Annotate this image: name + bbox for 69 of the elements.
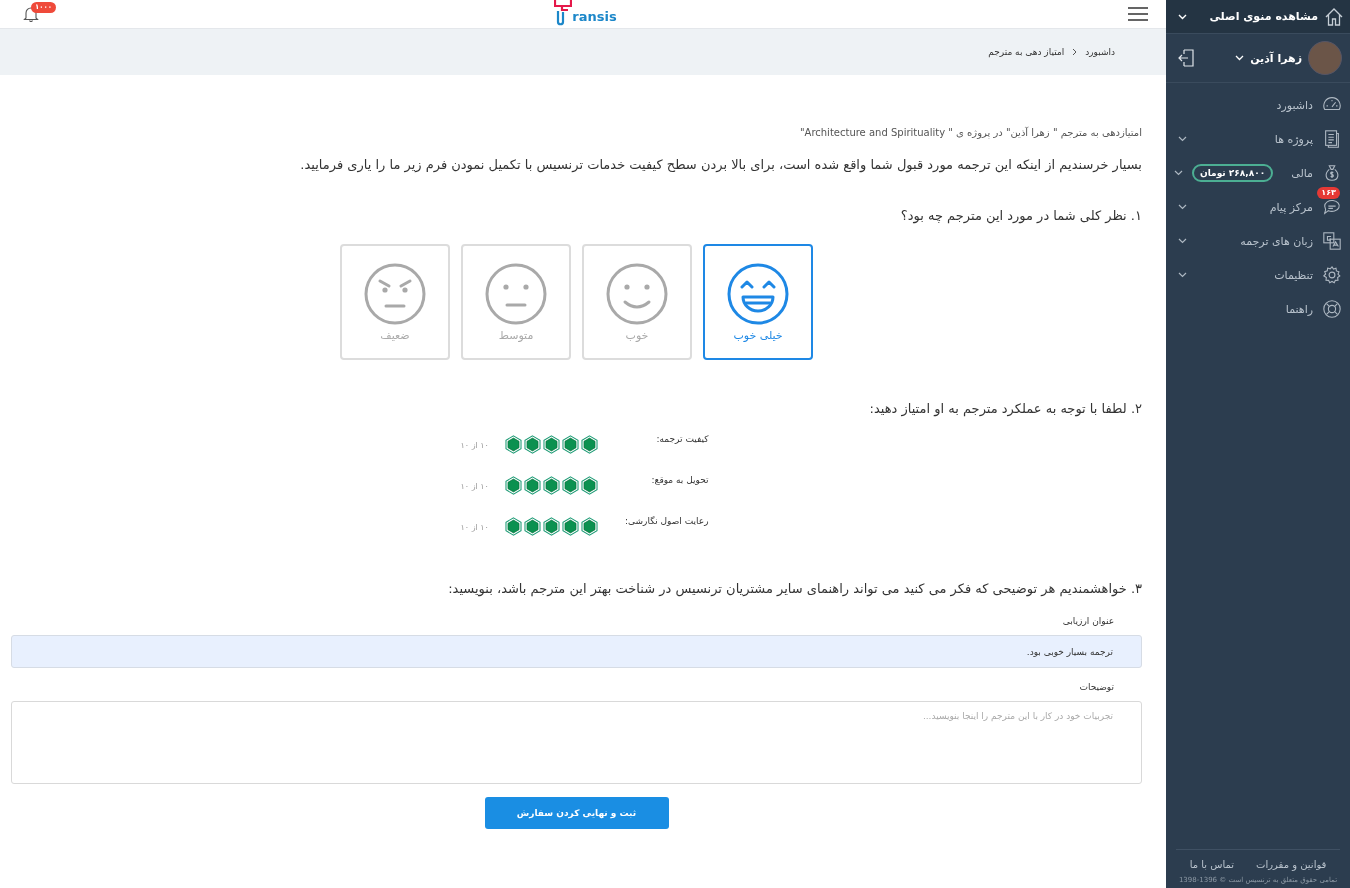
title-input[interactable]: ترجمه بسیار خوبی بود. <box>11 635 1142 668</box>
page-subtitle: امتیازدهی به مترجم " زهرا آذین" در پروژه ی " Architecture and Spirituality" <box>799 125 1142 141</box>
hexagon-icon[interactable] <box>522 434 542 454</box>
sidebar-item[interactable]: مالی ۲۶۸,۸۰۰ تومان <box>1166 156 1350 190</box>
score-text: ۱۰ از ۱۰ <box>460 481 490 493</box>
criterion-label: رعایت اصول نگارشی: <box>624 515 709 528</box>
sidebar-item[interactable]: پروژه ها <box>1166 122 1350 156</box>
logo-mark-icon <box>554 0 573 28</box>
hexagon-icon[interactable] <box>579 434 599 454</box>
question-title: ۱. نظر کلی شما در مورد این مترجم چه بود؟ <box>900 207 1142 226</box>
hexagon-icon[interactable] <box>560 475 580 495</box>
criterion-label: تحویل به موقع: <box>650 474 709 487</box>
translate-icon <box>1322 231 1342 251</box>
hexagon-icon[interactable] <box>503 516 523 536</box>
chat-bubble-icon <box>1322 197 1342 217</box>
hexagon-icon[interactable] <box>522 475 542 495</box>
submit-button[interactable]: ثبت و نهایی کردن سفارش <box>484 797 669 829</box>
hexagon-icon[interactable] <box>541 434 561 454</box>
criterion-label: کیفیت ترجمه: <box>655 433 709 446</box>
field-label: عنوان ارزیابی <box>1062 615 1114 628</box>
score-text: ۱۰ از ۱۰ <box>460 440 490 452</box>
breadcrumb-item: امتیاز دهی به مترجم <box>988 47 1065 57</box>
chevron-down-icon <box>1178 13 1187 20</box>
chevron-right-icon <box>1072 48 1078 56</box>
hexagon-icon[interactable] <box>560 434 580 454</box>
hexagon-icon[interactable] <box>579 475 599 495</box>
intro-text: بسیار خرسندیم از اینکه این ترجمه مورد قبول شما واقع شده است، برای بالا بردن سطح کیفیت خدمات ترنسیس با تکمیل نمودن فرم زیر ما را یاری فرمایید. <box>300 156 1142 175</box>
main-menu-bar[interactable]: مشاهده منوی اصلی <box>1166 0 1350 34</box>
smiling-face-icon <box>605 262 669 326</box>
user-name[interactable]: زهرا آذین <box>1250 51 1302 65</box>
chevron-down-icon <box>1174 170 1184 176</box>
angry-face-icon <box>363 262 427 326</box>
hexagon-icon[interactable] <box>541 475 561 495</box>
rating-option-card[interactable]: خیلی خوب <box>703 244 813 360</box>
chevron-down-icon <box>1178 136 1187 142</box>
gear-icon <box>1322 265 1342 285</box>
score-text: ۱۰ از ۱۰ <box>460 522 490 534</box>
field-label: توضیحات <box>1079 681 1114 694</box>
question-title: ۲. لطفا با توجه به عملکرد مترجم به او امتیاز دهید: <box>869 400 1142 419</box>
neutral-face-icon <box>484 262 548 326</box>
sidebar-item[interactable]: راهنما <box>1166 292 1350 326</box>
lifebuoy-icon <box>1322 299 1342 319</box>
sidebar-item[interactable]: ۱۶۳ مرکز پیام <box>1166 190 1350 224</box>
sidebar-item[interactable]: زبان های ترجمه <box>1166 224 1350 258</box>
footer-link[interactable]: قوانین و مقررات <box>1256 859 1327 870</box>
balance-badge: ۲۶۸,۸۰۰ تومان <box>1192 164 1274 182</box>
hexagon-icon[interactable] <box>560 516 580 536</box>
chevron-down-icon <box>1178 272 1187 278</box>
sidebar-item[interactable]: داشبورد <box>1166 88 1350 122</box>
breadcrumb-item[interactable]: داشبورد <box>1085 47 1115 57</box>
laughing-face-icon <box>726 262 790 326</box>
hexagon-icon[interactable] <box>503 434 523 454</box>
logo-text: ransis <box>572 10 617 26</box>
chevron-down-icon <box>1178 238 1187 244</box>
hexagon-icon[interactable] <box>541 516 561 536</box>
home-icon <box>1324 6 1344 27</box>
message-count-badge: ۱۶۳ <box>1317 187 1340 199</box>
footer-link[interactable]: تماس با ما <box>1189 859 1235 870</box>
chevron-down-icon <box>1178 204 1187 210</box>
chevron-down-icon <box>1235 55 1245 61</box>
document-icon <box>1322 129 1342 149</box>
description-textarea[interactable]: تجربیات خود در کار با این مترجم را اینجا بنویسید... <box>11 701 1142 784</box>
hexagon-icon[interactable] <box>503 475 523 495</box>
menu-icon[interactable] <box>1128 7 1148 21</box>
hexagon-icon[interactable] <box>579 516 599 536</box>
logout-icon[interactable] <box>1178 49 1194 67</box>
question-title: ۳. خواهشمندیم هر توضیحی که فکر می کنید می تواند راهنمای سایر مشتریان ترنسیس در شناخت بهتر این مترجم باشد، بنویسید: <box>448 580 1142 599</box>
hexagon-icon[interactable] <box>522 516 542 536</box>
sidebar-item[interactable]: تنظیمات <box>1166 258 1350 292</box>
